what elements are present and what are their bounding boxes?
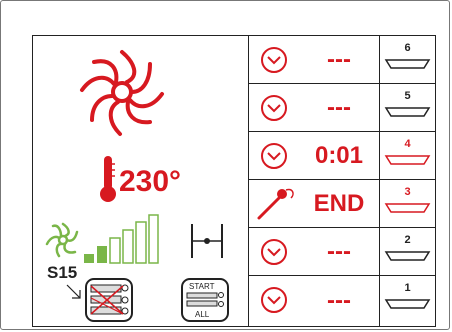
shelf-number: 2 — [404, 234, 411, 246]
shelf-tray-icon — [384, 107, 431, 117]
start-all-button[interactable]: START ALL — [181, 278, 229, 322]
program-label: S15 — [47, 263, 78, 282]
shelf-row-5[interactable]: --- 5 — [249, 84, 435, 132]
shelf-time[interactable]: --- — [299, 36, 380, 83]
shelf-time[interactable]: --- — [299, 84, 380, 131]
program-button[interactable] — [85, 278, 133, 322]
probe-icon[interactable] — [249, 180, 299, 227]
shelf-1[interactable]: 1 — [380, 276, 435, 323]
shelf-tray-icon — [384, 155, 431, 165]
shelf-row-1[interactable]: --- 1 — [249, 276, 435, 326]
shelf-tray-icon — [384, 59, 431, 69]
status-pane: 230° S15 START ALL — [33, 36, 249, 326]
shelf-3[interactable]: 3 — [380, 180, 435, 227]
shelf-6[interactable]: 6 — [380, 36, 435, 83]
shelf-4[interactable]: 4 — [380, 132, 435, 179]
timer-icon[interactable] — [249, 228, 299, 275]
timer-icon[interactable] — [249, 36, 299, 83]
temperature-value[interactable]: 230° — [119, 164, 181, 200]
arrow-icon — [66, 284, 81, 299]
shelf-time[interactable]: 0:01 — [299, 132, 380, 179]
shelf-time[interactable]: --- — [299, 228, 380, 275]
shelf-number: 4 — [404, 138, 411, 150]
shelf-number: 1 — [404, 282, 411, 294]
shelf-number: 5 — [404, 90, 411, 102]
shelf-number: 3 — [404, 186, 411, 198]
shelf-number: 6 — [404, 42, 411, 54]
shelf-row-4[interactable]: 0:01 4 — [249, 132, 435, 180]
oven-control-display: 230° S15 START ALL --- 6 --- 5 0:01 4 EN… — [0, 0, 450, 330]
shelf-row-6[interactable]: --- 6 — [249, 36, 435, 84]
control-panel: 230° S15 START ALL --- 6 --- 5 0:01 4 EN… — [32, 35, 436, 327]
start-label: START — [189, 282, 215, 291]
fan-speed-icon[interactable] — [45, 222, 81, 258]
timer-icon[interactable] — [249, 84, 299, 131]
thermometer-icon — [100, 156, 116, 202]
shelf-time[interactable]: END — [299, 180, 380, 227]
shelf-2[interactable]: 2 — [380, 228, 435, 275]
fan-level-bars[interactable] — [83, 214, 159, 264]
vent-damper-icon[interactable] — [188, 222, 226, 260]
timer-icon[interactable] — [249, 276, 299, 323]
shelf-time[interactable]: --- — [299, 276, 380, 326]
shelf-tray-icon — [384, 251, 431, 261]
shelf-tray-icon — [384, 299, 431, 309]
all-label: ALL — [195, 310, 210, 319]
shelf-tray-icon — [384, 203, 431, 213]
shelf-5[interactable]: 5 — [380, 84, 435, 131]
timer-icon[interactable] — [249, 132, 299, 179]
shelf-row-2[interactable]: --- 2 — [249, 228, 435, 276]
convection-fan-icon[interactable] — [78, 46, 166, 138]
shelf-row-3[interactable]: END 3 — [249, 180, 435, 228]
